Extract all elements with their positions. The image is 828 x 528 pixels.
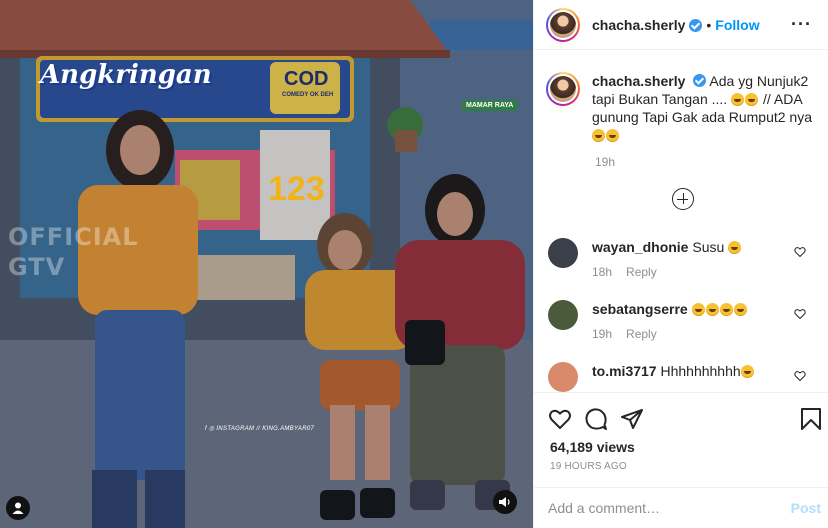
comment-item: to.mi3717 Hhhhhhhhhh [548, 362, 808, 392]
post-timestamp[interactable]: 19 HOURS AGO [550, 461, 627, 472]
laughing-emoji-icon [728, 241, 742, 254]
shop-sign-text: Angkringan [40, 60, 212, 90]
commenter-avatar[interactable] [548, 362, 578, 392]
commenter-avatar[interactable] [548, 238, 578, 268]
commenter-username[interactable]: sebatangserre [592, 301, 688, 317]
channel-watermark: OFFICIAL GTV [8, 222, 139, 282]
instagram-credit: f ◎ INSTAGRAM // KING.AMBYAR07 [205, 426, 315, 432]
tagged-users-button[interactable] [6, 496, 30, 520]
caption-username[interactable]: chacha.sherly [592, 73, 685, 89]
view-count[interactable]: 64,189 views [550, 439, 635, 455]
post-actions: 64,189 views 19 HOURS AGO Post [534, 392, 828, 528]
commenter-avatar[interactable] [548, 300, 578, 330]
laughing-emoji-icon [740, 365, 754, 378]
shop-sign-logo: COD [284, 68, 329, 90]
caption-time: 19h [595, 155, 616, 169]
post-header: chacha.sherly • Follow ··· [534, 0, 828, 50]
author-avatar[interactable] [546, 7, 580, 42]
laughing-emoji-icon [733, 303, 747, 316]
verified-icon [689, 19, 703, 32]
load-more-comments-icon[interactable] [672, 188, 694, 210]
laughing-emoji-icon [719, 303, 733, 316]
comment-time: 19h [592, 327, 613, 341]
user-icon [12, 502, 24, 514]
post-media[interactable]: Angkringan COD COMEDY OK DEH 123 MAMAR R… [0, 0, 533, 528]
post-sidebar: chacha.sherly • Follow ··· chacha.sherly… [533, 0, 828, 528]
verified-icon [693, 74, 707, 87]
speaker-icon [499, 497, 510, 507]
comment-text: Susu [692, 239, 725, 255]
author-username[interactable]: chacha.sherly [592, 17, 685, 33]
comment-input[interactable] [548, 500, 768, 516]
sound-toggle-button[interactable] [493, 490, 517, 514]
laughing-emoji-icon [592, 129, 605, 142]
like-icon[interactable] [548, 407, 572, 431]
shop-sign-subtitle: COMEDY OK DEH [282, 92, 334, 98]
follow-button[interactable]: Follow [715, 17, 759, 33]
share-icon[interactable] [620, 407, 644, 431]
caption-avatar[interactable] [546, 72, 580, 106]
commenter-username[interactable]: to.mi3717 [592, 363, 657, 379]
watermark-line-2: GTV [8, 253, 66, 281]
save-icon[interactable] [800, 407, 822, 431]
commenter-username[interactable]: wayan_dhonie [592, 239, 688, 255]
laughing-emoji-icon [606, 129, 619, 142]
laughing-emoji-icon [731, 93, 745, 106]
like-comment-icon[interactable] [794, 246, 806, 258]
laughing-emoji-icon [705, 303, 719, 316]
header-separator: • [706, 16, 712, 33]
watermark-line-1: OFFICIAL [8, 223, 139, 251]
like-comment-icon[interactable] [794, 370, 806, 382]
street-sign: MAMAR RAYA [462, 100, 518, 111]
reply-button[interactable]: Reply [626, 327, 657, 341]
post-caption: chacha.sherly Ada yg Nunjuk2 tapi Bukan … [546, 72, 816, 144]
set-number: 123 [268, 170, 325, 208]
laughing-emoji-icon [691, 303, 705, 316]
reply-button[interactable]: Reply [626, 265, 657, 279]
comment-text: Hhhhhhhhhh [660, 363, 741, 379]
more-options-icon[interactable]: ··· [791, 15, 812, 33]
like-comment-icon[interactable] [794, 308, 806, 320]
caption-text: chacha.sherly Ada yg Nunjuk2 tapi Bukan … [592, 72, 816, 144]
comment-item: sebatangserre 19h Reply [548, 300, 808, 343]
comment-time: 18h [592, 265, 613, 279]
add-comment-bar: Post [534, 487, 828, 528]
comment-icon[interactable] [584, 407, 608, 431]
comment-item: wayan_dhonie Susu 18h Reply [548, 238, 808, 281]
laughing-emoji-icon [745, 93, 759, 106]
post-comment-button[interactable]: Post [791, 500, 821, 516]
